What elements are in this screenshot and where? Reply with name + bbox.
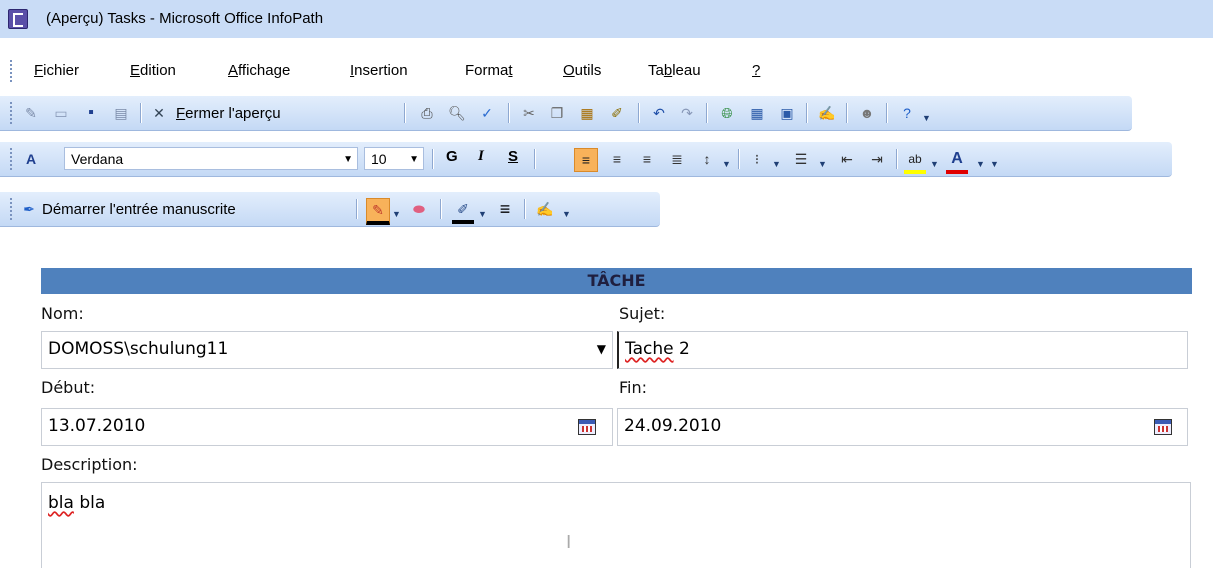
start-label: Début: bbox=[41, 378, 96, 397]
toolbar-options-chevron[interactable]: ▼ bbox=[562, 209, 571, 219]
permission-icon[interactable]: ☻ bbox=[856, 102, 878, 124]
description-textarea[interactable]: bla bla I bbox=[41, 482, 1191, 568]
spelling-icon[interactable]: ✓ bbox=[476, 102, 498, 124]
start-date-input[interactable]: 13.07.2010 bbox=[41, 408, 613, 446]
ink-color-dropdown[interactable]: ▼ bbox=[478, 209, 487, 219]
design-form-icon[interactable]: ✎ bbox=[20, 102, 42, 124]
undo-icon[interactable]: ↶ bbox=[648, 102, 670, 124]
menu-bar: Fichier Edition Affichage Insertion Form… bbox=[0, 56, 1213, 88]
description-label: Description: bbox=[41, 455, 138, 474]
ink-pen-color-icon[interactable]: ✎ bbox=[366, 198, 390, 225]
bullets-icon[interactable]: ☰ bbox=[790, 148, 812, 170]
menu-insertion[interactable]: Insertion bbox=[350, 62, 408, 79]
insert-picture-icon[interactable]: ▣ bbox=[776, 102, 798, 124]
ink-tools-icon[interactable]: ✍ bbox=[534, 198, 556, 220]
menu-outils[interactable]: Outils bbox=[563, 62, 601, 79]
ink-thickness-icon[interactable]: ≡ bbox=[494, 198, 516, 220]
menu-tableau[interactable]: Tableau bbox=[648, 62, 701, 79]
insert-table-icon[interactable]: ▦ bbox=[746, 102, 768, 124]
form-title: TÂCHE bbox=[41, 268, 1192, 294]
align-center-icon[interactable]: ≡ bbox=[606, 148, 628, 170]
font-color-icon[interactable]: A bbox=[946, 148, 968, 174]
eraser-icon[interactable]: ⬬ bbox=[408, 198, 430, 220]
close-preview-icon[interactable]: ✕ bbox=[148, 102, 170, 124]
infopath-app-icon bbox=[8, 9, 28, 29]
save-icon[interactable]: ▪ bbox=[80, 102, 102, 124]
highlight-icon[interactable]: ab bbox=[904, 148, 926, 174]
subject-input[interactable]: Tache 2 bbox=[617, 331, 1188, 369]
menu-help[interactable]: ? bbox=[752, 62, 760, 79]
pen-icon[interactable]: ✒ bbox=[18, 198, 40, 220]
print-preview-icon[interactable]: 🔍︎ bbox=[446, 102, 468, 124]
increase-indent-icon[interactable]: ⇥ bbox=[866, 148, 888, 170]
help-icon[interactable]: ? bbox=[896, 102, 918, 124]
formatting-toolbar: A Verdana ▼ 10 ▼ G I S ≡ ≡ ≡ ≣ ↕ ▼ ⁝ ▼ ☰ ▼… bbox=[0, 142, 1172, 177]
ink-color-icon[interactable]: ✐ bbox=[452, 198, 474, 224]
font-size-combo[interactable]: 10 ▼ bbox=[364, 147, 424, 170]
chevron-down-icon[interactable]: ▼ bbox=[597, 332, 606, 366]
menu-edition[interactable]: Edition bbox=[130, 62, 176, 79]
menu-fichier[interactable]: Fichier bbox=[34, 62, 79, 79]
open-folder-icon[interactable]: ▭ bbox=[50, 102, 72, 124]
menu-affichage[interactable]: Affichage bbox=[228, 62, 290, 79]
align-right-icon[interactable]: ≡ bbox=[636, 148, 658, 170]
end-date-input[interactable]: 24.09.2010 bbox=[617, 408, 1188, 446]
menu-grip[interactable] bbox=[10, 60, 15, 82]
close-preview-button[interactable]: Fermer l'aperçu bbox=[176, 102, 396, 124]
name-dropdown[interactable]: DOMOSS\schulung11 ▼ bbox=[41, 331, 613, 369]
standard-toolbar: ✎ ▭ ▪ ▤ ✕ Fermer l'aperçu ⎙ 🔍︎ ✓ ✂ ❐ ▦ ✐… bbox=[0, 96, 1132, 131]
toolbar-grip[interactable] bbox=[10, 102, 15, 124]
start-ink-entry-button[interactable]: Démarrer l'entrée manuscrite bbox=[42, 198, 362, 220]
justify-icon[interactable]: ≣ bbox=[666, 148, 688, 170]
strikethrough-button[interactable]: S bbox=[508, 148, 518, 165]
ink-toolbar: ✒ Démarrer l'entrée manuscrite ✎ ▼ ⬬ ✐ ▼… bbox=[0, 192, 660, 227]
numbering-dropdown[interactable]: ▼ bbox=[772, 159, 781, 169]
line-spacing-dropdown[interactable]: ▼ bbox=[722, 159, 731, 169]
calendar-icon[interactable] bbox=[578, 419, 596, 435]
decrease-indent-icon[interactable]: ⇤ bbox=[836, 148, 858, 170]
paste-icon[interactable]: ▦ bbox=[576, 102, 598, 124]
line-spacing-icon[interactable]: ↕ bbox=[696, 148, 718, 170]
title-bar: (Aperçu) Tasks - Microsoft Office InfoPa… bbox=[0, 0, 1213, 38]
font-color-dropdown[interactable]: ▼ bbox=[976, 159, 985, 169]
digital-signature-icon[interactable]: ✍ bbox=[816, 102, 838, 124]
print-disabled-icon[interactable]: ▤ bbox=[110, 102, 132, 124]
toolbar-options-chevron[interactable]: ▼ bbox=[922, 113, 931, 123]
toolbar-options-chevron[interactable]: ▼ bbox=[990, 159, 999, 169]
toolbar-grip[interactable] bbox=[10, 198, 15, 220]
text-cursor-icon: I bbox=[566, 532, 572, 553]
format-painter-icon[interactable]: ✐ bbox=[606, 102, 628, 124]
numbering-icon[interactable]: ⁝ bbox=[746, 148, 768, 170]
align-left-icon[interactable]: ≡ bbox=[574, 148, 598, 172]
bold-button[interactable]: G bbox=[446, 148, 458, 165]
subject-label: Sujet: bbox=[619, 304, 666, 323]
window-title: (Aperçu) Tasks - Microsoft Office InfoPa… bbox=[46, 10, 324, 27]
bullets-dropdown[interactable]: ▼ bbox=[818, 159, 827, 169]
font-styles-icon[interactable]: A bbox=[20, 148, 42, 170]
ink-pen-dropdown[interactable]: ▼ bbox=[392, 209, 401, 219]
font-name-combo[interactable]: Verdana ▼ bbox=[64, 147, 358, 170]
redo-icon[interactable]: ↷ bbox=[676, 102, 698, 124]
calendar-icon[interactable] bbox=[1154, 419, 1172, 435]
toolbar-grip[interactable] bbox=[10, 148, 15, 170]
menu-format[interactable]: Format bbox=[465, 62, 513, 79]
hyperlink-icon[interactable]: 🌐︎ bbox=[716, 102, 738, 124]
name-label: Nom: bbox=[41, 304, 84, 323]
highlight-dropdown[interactable]: ▼ bbox=[930, 159, 939, 169]
print-icon[interactable]: ⎙ bbox=[416, 102, 438, 124]
copy-icon[interactable]: ❐ bbox=[546, 102, 568, 124]
end-label: Fin: bbox=[619, 378, 648, 397]
cut-icon[interactable]: ✂ bbox=[518, 102, 540, 124]
italic-button[interactable]: I bbox=[478, 148, 484, 165]
